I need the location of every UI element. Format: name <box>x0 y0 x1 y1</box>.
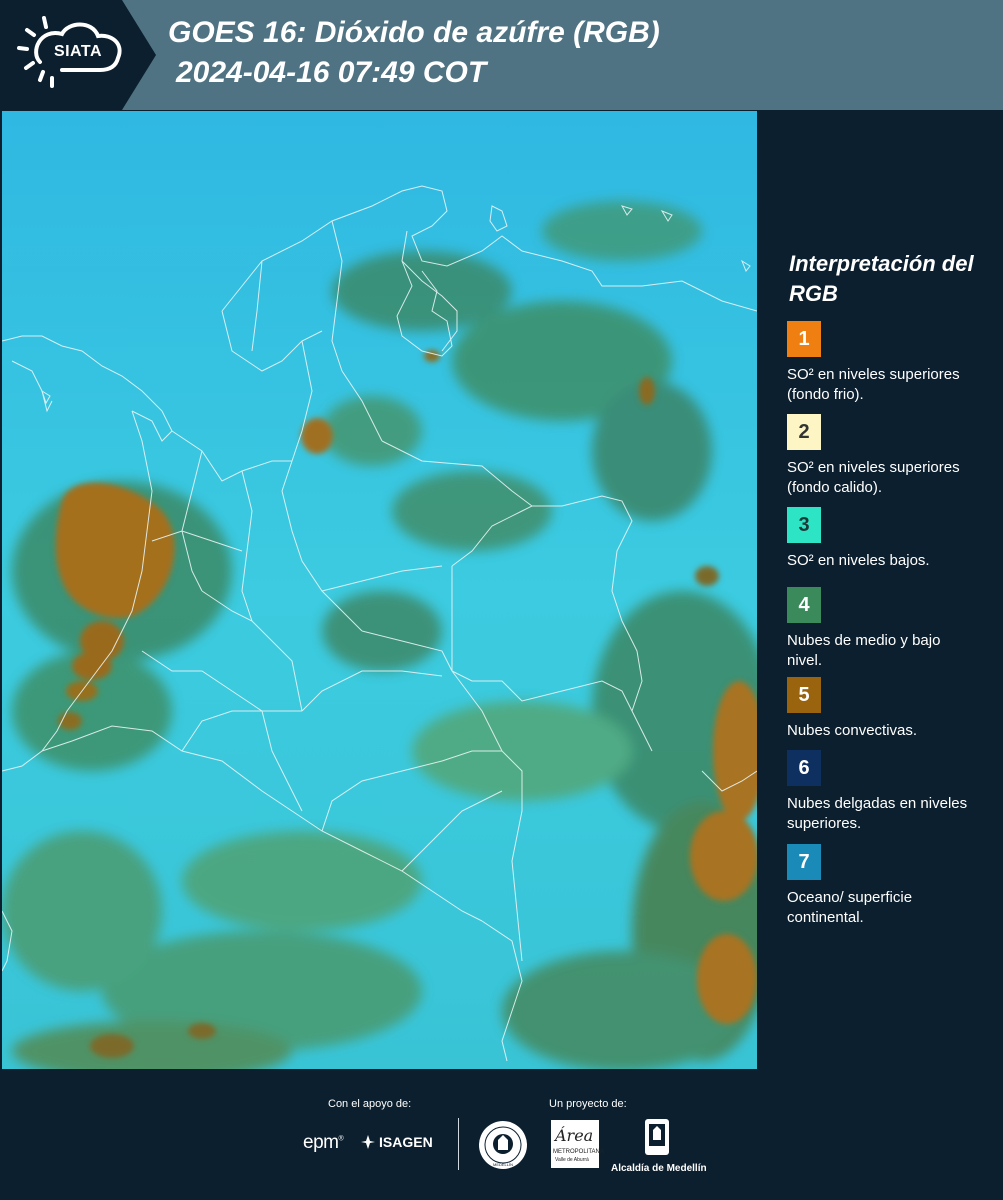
satellite-image-map <box>2 111 757 1069</box>
epm-logo-text: epm <box>303 1132 339 1153</box>
isagen-icon <box>361 1135 375 1149</box>
amva-sub1: METROPOLITANA <box>553 1149 604 1155</box>
legend-item-7: 7 Oceano/ superficie continental. <box>787 844 987 928</box>
legend-swatch: 7 <box>787 844 821 880</box>
footer: Con el apoyo de: Un proyecto de: epm® IS… <box>0 1070 1003 1200</box>
coat-of-arms-icon <box>645 1119 669 1155</box>
siata-logo: SIATA <box>0 0 156 110</box>
amva-sub2: Valle de Aburrá <box>555 1157 589 1163</box>
timestamp: 2024-04-16 07:49 COT <box>176 56 487 89</box>
isagen-logo-text: ISAGEN <box>379 1134 433 1150</box>
legend-label: Nubes convectivas. <box>787 722 918 739</box>
amva-word: Área <box>555 1126 594 1145</box>
legend-label: SO² en niveles bajos. <box>787 552 930 569</box>
legend-item-6: 6 Nubes delgadas en niveles superiores. <box>787 750 987 834</box>
medellin-seal: MEDELLÍN <box>478 1120 528 1175</box>
support-label: Con el apoyo de: <box>328 1098 412 1110</box>
siata-logo-text: SIATA <box>53 43 103 60</box>
legend-item-4: 4 Nubes de medio y bajo nivel. <box>787 587 987 671</box>
legend-swatch: 4 <box>787 587 821 623</box>
project-label: Un proyecto de: <box>549 1098 627 1110</box>
legend-swatch: 6 <box>787 750 821 786</box>
footer-divider <box>458 1118 459 1170</box>
alcaldia-logo: Alcaldía de Medellín <box>611 1118 707 1174</box>
epm-logo: epm® <box>303 1132 344 1153</box>
legend-label: Oceano/ superficie continental. <box>787 889 913 926</box>
legend-item-2: 2 SO² en niveles superiores (fondo calido… <box>787 414 987 498</box>
isagen-logo: ISAGEN <box>360 1134 433 1150</box>
legend-item-5: 5 Nubes convectivas. <box>787 677 987 741</box>
medellin-seal-icon: MEDELLÍN <box>479 1121 527 1169</box>
legend-title: Interpretación del RGB <box>789 251 974 306</box>
legend-swatch: 2 <box>787 414 821 450</box>
alcaldia-text: Alcaldía de Medellín <box>611 1163 707 1174</box>
legend-panel: Interpretación del RGB 1 SO² en niveles s… <box>761 111 1003 1069</box>
header-bar: SIATA GOES 16: Dióxido de azúfre (RGB) 2… <box>0 0 1003 110</box>
area-metropolitana-logo: Área METROPOLITANA Valle de Aburrá <box>551 1120 604 1170</box>
page-title: GOES 16: Dióxido de azúfre (RGB) <box>168 16 660 49</box>
legend-label: Nubes delgadas en niveles superiores. <box>787 795 968 832</box>
legend-swatch: 5 <box>787 677 821 713</box>
legend-label: SO² en niveles superiores (fondo frio). <box>787 366 960 403</box>
legend-swatch: 1 <box>787 321 821 357</box>
legend-label: Nubes de medio y bajo nivel. <box>787 632 941 669</box>
legend-item-1: 1 SO² en niveles superiores (fondo frio). <box>787 321 987 405</box>
legend-item-3: 3 SO² en niveles bajos. <box>787 507 987 571</box>
legend-label: SO² en niveles superiores (fondo calido)… <box>787 459 960 496</box>
rgb-composite-layer <box>2 111 757 1069</box>
legend-swatch: 3 <box>787 507 821 543</box>
seal-caption: MEDELLÍN <box>493 1162 513 1167</box>
